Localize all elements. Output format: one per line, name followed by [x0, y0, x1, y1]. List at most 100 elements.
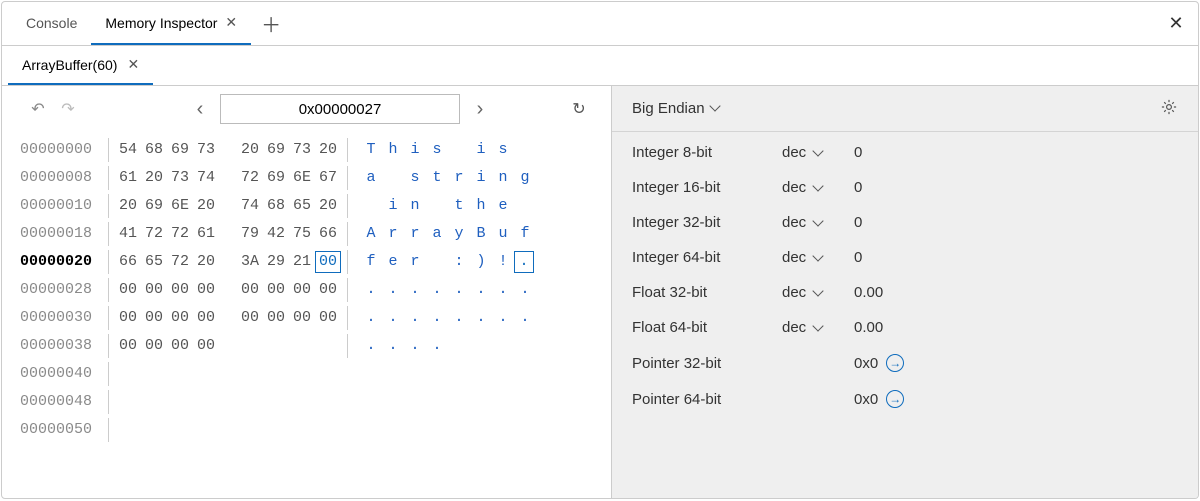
format-dropdown[interactable]: dec [782, 144, 854, 161]
close-icon[interactable]: ✕ [127, 56, 139, 73]
ascii-char[interactable]: . [382, 276, 404, 304]
ascii-char[interactable]: . [470, 304, 492, 332]
ascii-char[interactable]: . [514, 276, 536, 304]
ascii-char[interactable]: s [492, 136, 514, 164]
hex-byte[interactable]: 00 [193, 276, 219, 304]
hex-byte[interactable]: 20 [141, 164, 167, 192]
ascii-char[interactable]: h [382, 136, 404, 164]
gear-icon[interactable] [1160, 98, 1178, 120]
format-dropdown[interactable]: dec [782, 179, 854, 196]
hex-byte[interactable]: 67 [315, 164, 341, 192]
hex-byte[interactable]: 00 [315, 276, 341, 304]
ascii-char[interactable]: i [382, 192, 404, 220]
ascii-char[interactable]: . [448, 276, 470, 304]
tab-console[interactable]: Console [12, 2, 91, 45]
hex-byte[interactable]: 00 [237, 276, 263, 304]
ascii-char[interactable]: . [492, 304, 514, 332]
ascii-char[interactable]: T [360, 136, 382, 164]
hex-byte[interactable]: 65 [141, 248, 167, 276]
hex-offset[interactable]: 00000048 [20, 388, 102, 416]
redo-button[interactable]: ↷ [54, 95, 82, 123]
hex-byte[interactable]: 20 [237, 136, 263, 164]
hex-byte[interactable]: 54 [115, 136, 141, 164]
subtab-0[interactable]: ArrayBuffer(60)✕ [8, 46, 153, 85]
ascii-char[interactable]: r [382, 220, 404, 248]
hex-byte[interactable]: 6E [289, 164, 315, 192]
hex-byte[interactable]: 61 [193, 220, 219, 248]
ascii-char[interactable]: n [404, 192, 426, 220]
ascii-char[interactable]: y [448, 220, 470, 248]
ascii-char[interactable]: u [492, 220, 514, 248]
ascii-char[interactable]: . [514, 304, 536, 332]
prev-address-button[interactable]: ‹ [186, 95, 214, 123]
hex-byte[interactable]: 29 [263, 248, 289, 276]
ascii-char[interactable]: r [404, 248, 426, 276]
ascii-char[interactable]: i [470, 164, 492, 192]
hex-byte[interactable]: 74 [237, 192, 263, 220]
ascii-char[interactable]: . [382, 332, 404, 360]
hex-byte[interactable]: 73 [289, 136, 315, 164]
hex-byte[interactable]: 21 [289, 248, 315, 276]
hex-byte[interactable]: 00 [115, 332, 141, 360]
ascii-char[interactable]: r [404, 220, 426, 248]
hex-byte[interactable]: 72 [167, 220, 193, 248]
format-dropdown[interactable]: dec [782, 284, 854, 301]
ascii-char[interactable]: . [360, 276, 382, 304]
ascii-char[interactable]: . [492, 276, 514, 304]
refresh-button[interactable]: ↻ [565, 95, 593, 123]
address-input[interactable] [220, 94, 460, 124]
ascii-char[interactable]: . [426, 304, 448, 332]
ascii-char[interactable]: ! [492, 248, 514, 276]
hex-offset[interactable]: 00000018 [20, 220, 102, 248]
hex-byte[interactable]: 75 [289, 220, 315, 248]
hex-byte[interactable]: 69 [167, 136, 193, 164]
hex-byte[interactable]: 6E [167, 192, 193, 220]
endianness-dropdown[interactable]: Big Endian [632, 100, 719, 117]
hex-byte[interactable]: 20 [115, 192, 141, 220]
hex-byte[interactable]: 79 [237, 220, 263, 248]
ascii-char[interactable]: . [360, 332, 382, 360]
ascii-char[interactable]: . [404, 332, 426, 360]
undo-button[interactable]: ↶ [24, 95, 52, 123]
ascii-char[interactable] [382, 164, 404, 192]
ascii-char[interactable]: t [448, 192, 470, 220]
hex-byte[interactable]: 61 [115, 164, 141, 192]
close-window-button[interactable]: ✕ [1154, 2, 1198, 45]
ascii-char[interactable]: . [426, 276, 448, 304]
hex-dump[interactable]: 000000005468697320697320This is 00000008… [2, 132, 611, 454]
hex-byte[interactable]: 20 [193, 248, 219, 276]
hex-byte[interactable]: 72 [141, 220, 167, 248]
hex-byte[interactable]: 73 [193, 136, 219, 164]
hex-offset[interactable]: 00000050 [20, 416, 102, 444]
ascii-char[interactable]: f [360, 248, 382, 276]
hex-byte[interactable]: 66 [115, 248, 141, 276]
ascii-char[interactable] [514, 192, 536, 220]
ascii-char[interactable] [426, 248, 448, 276]
jump-to-address-icon[interactable]: → [886, 354, 904, 372]
hex-byte[interactable]: 00 [237, 304, 263, 332]
ascii-char[interactable]: n [492, 164, 514, 192]
hex-byte[interactable]: 3A [237, 248, 263, 276]
ascii-char[interactable]: s [426, 136, 448, 164]
ascii-char[interactable]: . [382, 304, 404, 332]
hex-byte[interactable]: 00 [115, 304, 141, 332]
hex-byte[interactable]: 20 [315, 136, 341, 164]
hex-byte[interactable]: 66 [315, 220, 341, 248]
hex-byte[interactable]: 72 [167, 248, 193, 276]
hex-byte[interactable]: 00 [193, 332, 219, 360]
hex-byte[interactable]: 00 [167, 332, 193, 360]
hex-byte[interactable]: 72 [237, 164, 263, 192]
hex-offset[interactable]: 00000010 [20, 192, 102, 220]
format-dropdown[interactable]: dec [782, 319, 854, 336]
hex-offset[interactable]: 00000008 [20, 164, 102, 192]
hex-byte[interactable]: 00 [289, 304, 315, 332]
ascii-char[interactable]: . [360, 304, 382, 332]
tab-memory-inspector[interactable]: Memory Inspector✕ [91, 2, 251, 45]
ascii-char[interactable]: . [514, 251, 534, 273]
hex-byte[interactable]: 00 [141, 304, 167, 332]
ascii-char[interactable] [448, 136, 470, 164]
hex-byte[interactable]: 20 [315, 192, 341, 220]
format-dropdown[interactable]: dec [782, 214, 854, 231]
hex-byte[interactable]: 42 [263, 220, 289, 248]
next-address-button[interactable]: › [466, 95, 494, 123]
